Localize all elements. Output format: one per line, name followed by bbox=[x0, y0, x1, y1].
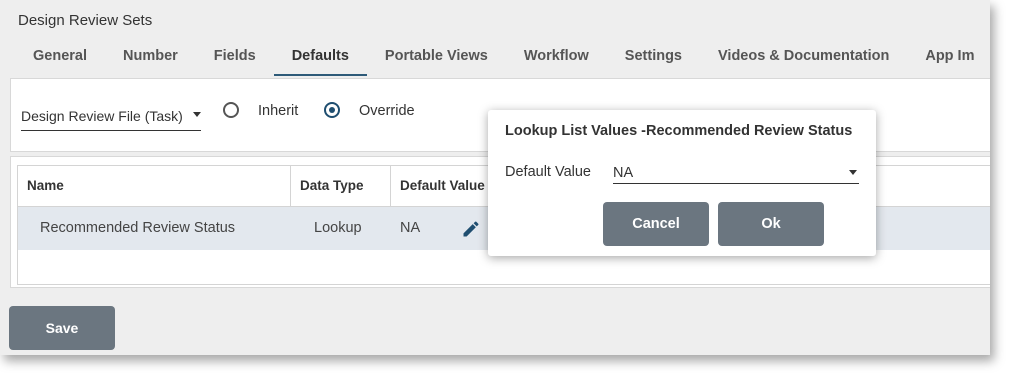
column-header-name[interactable]: Name bbox=[18, 166, 291, 206]
app-window: Design Review Sets General Number Fields… bbox=[0, 0, 990, 355]
tab-fields[interactable]: Fields bbox=[196, 40, 274, 76]
tab-portable-views[interactable]: Portable Views bbox=[367, 40, 506, 76]
row-data-type: Lookup bbox=[314, 220, 362, 236]
default-value-select-value: NA bbox=[613, 165, 634, 181]
inherit-radio[interactable] bbox=[223, 102, 239, 118]
dialog-title: Lookup List Values -Recommended Review S… bbox=[505, 123, 853, 139]
tab-workflow[interactable]: Workflow bbox=[506, 40, 607, 76]
tab-number[interactable]: Number bbox=[105, 40, 196, 76]
ok-button[interactable]: Ok bbox=[718, 202, 824, 246]
tab-defaults[interactable]: Defaults bbox=[273, 40, 367, 76]
row-name: Recommended Review Status bbox=[40, 220, 236, 236]
tab-videos-documentation[interactable]: Videos & Documentation bbox=[700, 40, 907, 76]
column-header-data-type[interactable]: Data Type bbox=[291, 166, 391, 206]
override-radio[interactable] bbox=[324, 102, 340, 118]
type-select-value: Design Review File (Task) bbox=[21, 108, 183, 124]
row-default-value: NA bbox=[400, 220, 421, 236]
override-label: Override bbox=[359, 103, 415, 119]
page-title: Design Review Sets bbox=[18, 12, 153, 29]
chevron-down-icon bbox=[849, 170, 857, 175]
tab-bar: General Number Fields Defaults Portable … bbox=[15, 40, 990, 76]
chevron-down-icon bbox=[193, 112, 201, 117]
cancel-button[interactable]: Cancel bbox=[603, 202, 709, 246]
save-button[interactable]: Save bbox=[9, 306, 115, 350]
type-select[interactable]: Design Review File (Task) bbox=[21, 103, 201, 131]
column-header-default-value[interactable]: Default Value bbox=[391, 166, 501, 206]
lookup-dialog: Lookup List Values -Recommended Review S… bbox=[488, 110, 876, 256]
default-value-select[interactable]: NA bbox=[613, 163, 859, 184]
inherit-label: Inherit bbox=[258, 103, 299, 119]
tab-app-im[interactable]: App Im bbox=[907, 40, 990, 76]
tab-settings[interactable]: Settings bbox=[607, 40, 700, 76]
default-value-label: Default Value bbox=[505, 164, 591, 180]
pencil-icon[interactable] bbox=[461, 219, 481, 239]
tab-general[interactable]: General bbox=[15, 40, 105, 76]
